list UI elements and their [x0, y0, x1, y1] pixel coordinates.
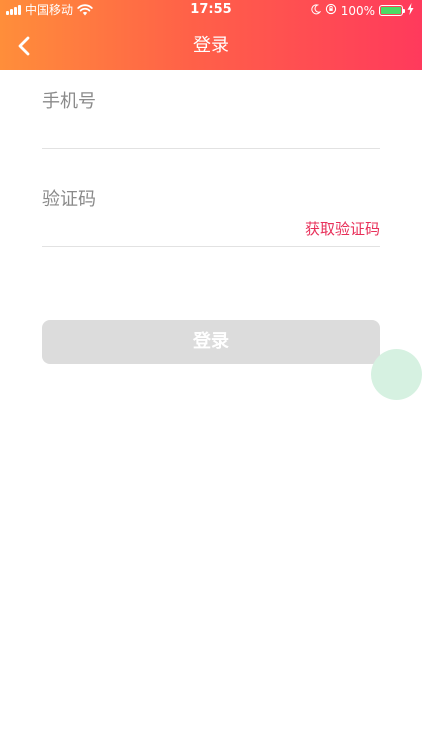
- battery-icon: [379, 5, 405, 16]
- nav-bar: 登录: [0, 22, 422, 70]
- battery-percent: 100%: [340, 3, 375, 18]
- header-bar: 中国移动 17:55 100% 登录: [0, 0, 422, 70]
- battery-fill: [381, 7, 401, 14]
- moon-icon: [310, 3, 322, 18]
- code-label: 验证码: [42, 189, 96, 210]
- rotation-lock-icon: [325, 3, 337, 18]
- charging-bolt-icon: [407, 3, 414, 18]
- verification-code-field: 验证码 获取验证码: [42, 178, 380, 247]
- login-screen: 中国移动 17:55 100% 登录 手机号 验证码 获取验证码 登录: [0, 0, 422, 750]
- status-bar: 中国移动 17:55 100%: [0, 0, 422, 22]
- page-title: 登录: [193, 35, 229, 56]
- phone-field: 手机号: [42, 80, 380, 149]
- get-code-button[interactable]: 获取验证码: [305, 219, 380, 239]
- phone-label: 手机号: [42, 91, 96, 112]
- login-button[interactable]: 登录: [42, 320, 380, 364]
- floating-assistive-button[interactable]: [371, 349, 422, 400]
- code-input[interactable]: [42, 216, 282, 240]
- phone-input[interactable]: [42, 118, 282, 142]
- status-right: 100%: [310, 3, 414, 18]
